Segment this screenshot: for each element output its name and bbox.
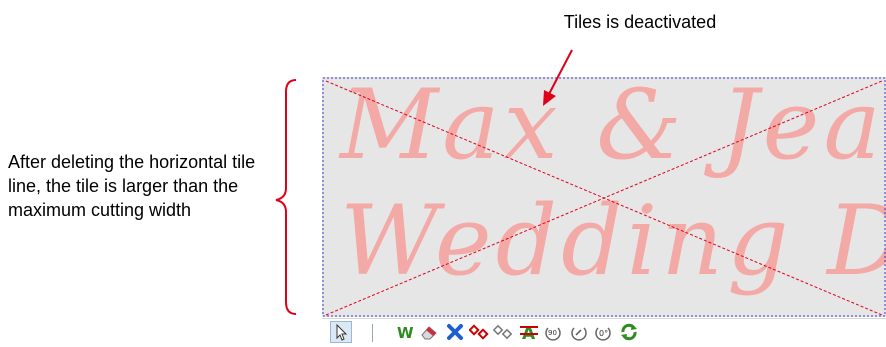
bracket <box>275 79 297 315</box>
remove-node-icon[interactable] <box>492 321 514 343</box>
select-arrow-icon[interactable] <box>330 321 352 343</box>
callout-arrow <box>547 49 573 97</box>
delete-x-icon[interactable] <box>444 321 466 343</box>
eraser-icon[interactable] <box>418 321 440 343</box>
svg-text:W: W <box>397 324 414 342</box>
weed-w-icon[interactable]: W <box>394 321 416 343</box>
callout-overlay <box>275 49 573 315</box>
refresh-icon[interactable] <box>618 321 640 343</box>
svg-text:0°: 0° <box>599 329 608 338</box>
rotate-0-icon[interactable]: 0° <box>592 321 614 343</box>
strikethrough-a-icon[interactable]: A <box>518 321 540 343</box>
toolbar-separator <box>372 324 373 342</box>
svg-text:90: 90 <box>548 329 557 337</box>
rotate-90-icon[interactable]: 90 <box>542 321 564 343</box>
rotate-custom-icon[interactable] <box>568 321 590 343</box>
bottom-toolbar: W A 90 0° <box>322 318 886 347</box>
add-node-icon[interactable] <box>468 321 490 343</box>
